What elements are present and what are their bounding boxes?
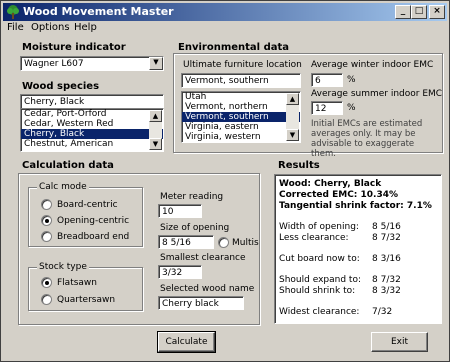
result-label: Should expand to: [279,275,361,285]
menu-file[interactable]: File [7,22,24,33]
location-list[interactable]: Utah Vermont, northern Vermont, southern… [181,91,301,143]
scroll-down-icon[interactable]: ▼ [149,138,162,150]
radio-quartersawn-label[interactable]: Quartersawn [57,295,115,305]
opening-size-value: 8 5/16 [162,238,191,248]
multis-label[interactable]: Multis [232,238,259,248]
menu-help[interactable]: Help [74,22,97,33]
environment-heading: Environmental data [178,42,290,53]
result-shrink-factor: Tangential shrink factor: 7.1% [279,201,432,211]
wood-name-label: Selected wood name [160,284,255,294]
opening-size-input[interactable]: 8 5/16 [158,235,214,249]
location-input[interactable]: Vermont, southern [181,73,301,88]
winter-percent: % [347,75,356,85]
result-corrected-emc: Corrected EMC: 10.34% [279,190,399,200]
location-list-item[interactable]: Utah [182,92,300,102]
species-scrollbar[interactable]: ▲ ▼ [149,110,162,150]
location-scrollbar[interactable]: ▲ ▼ [286,93,299,141]
meter-reading-input[interactable]: 10 [158,204,202,218]
radio-multis[interactable] [218,237,229,248]
result-label: Should shrink to: [279,286,356,296]
result-value: 8 3/32 [372,286,401,296]
location-list-item[interactable]: Vermont, northern [182,102,300,112]
wood-name-input[interactable]: Cherry black [158,296,244,310]
result-label: Cut board now to: [279,254,360,264]
summer-emc-label: Average summer indoor EMC [311,89,443,99]
location-value: Vermont, southern [185,76,269,86]
tree-icon [7,5,19,19]
moisture-dropdown-icon[interactable]: ▼ [149,57,163,70]
scroll-up-icon[interactable]: ▲ [286,93,299,105]
radio-quartersawn[interactable] [41,294,52,305]
summer-emc-input[interactable]: 12 [311,101,343,115]
emc-note: Initial EMCs are estimated averages only… [311,119,423,159]
summer-emc-value: 12 [315,104,327,114]
meter-reading-label: Meter reading [160,192,224,202]
radio-flatsawn[interactable] [41,277,52,288]
summer-percent: % [347,103,356,113]
winter-emc-label: Average winter indoor EMC [311,60,434,70]
location-list-item[interactable]: Virginia, eastern [182,122,300,132]
title-bar[interactable]: Wood Movement Master _ □ × [3,3,447,21]
species-heading: Wood species [22,81,100,92]
radio-opening-centric[interactable] [41,215,52,226]
app-window: Wood Movement Master _ □ × File Options … [0,0,450,362]
result-value: 8 5/16 [372,222,401,232]
radio-opening-centric-label[interactable]: Opening-centric [57,216,129,226]
window-title: Wood Movement Master [23,5,174,18]
moisture-value: Wagner L607 [24,59,84,69]
exit-button[interactable]: Exit [371,332,428,352]
calculate-button[interactable]: Calculate [157,331,216,353]
result-value: 8 3/16 [372,254,401,264]
result-value: 7/32 [372,307,393,317]
result-value: 8 7/32 [372,275,401,285]
result-label: Widest clearance: [279,307,360,317]
clearance-label: Smallest clearance [160,253,246,263]
species-list[interactable]: Cedar, Port-Orford Cedar, Western Red Ch… [20,108,164,152]
maximize-button[interactable]: □ [411,5,427,19]
wood-name-value: Cherry black [162,299,219,309]
result-label: Width of opening: [279,222,359,232]
result-value: 8 7/32 [372,233,401,243]
species-list-item[interactable]: Chestnut, American [21,139,163,149]
calc-heading: Calculation data [22,160,114,171]
species-list-item[interactable]: Cedar, Port-Orford [21,109,163,119]
radio-board-centric-label[interactable]: Board-centric [57,200,118,210]
minimize-button[interactable]: _ [395,5,411,19]
menu-options[interactable]: Options [31,22,70,33]
scroll-down-icon[interactable]: ▼ [286,129,299,141]
winter-emc-input[interactable]: 6 [311,73,343,87]
clearance-value: 3/32 [162,268,183,278]
result-wood: Wood: Cherry, Black [279,179,382,189]
location-label: Ultimate furniture location [183,60,302,70]
moisture-combo[interactable]: Wagner L607 [20,56,164,71]
results-heading: Results [278,160,320,171]
result-label: Less clearance: [279,233,349,243]
calc-mode-title: Calc mode [37,182,89,192]
radio-breadboard-end[interactable] [41,231,52,242]
location-list-item[interactable]: Virginia, western [182,132,300,142]
winter-emc-value: 6 [315,76,321,86]
radio-flatsawn-label[interactable]: Flatsawn [57,278,97,288]
stock-type-title: Stock type [37,262,89,272]
species-list-item[interactable]: Cedar, Western Red [21,119,163,129]
location-list-item-selected[interactable]: Vermont, southern [182,112,300,122]
clearance-input[interactable]: 3/32 [158,265,202,279]
radio-board-centric[interactable] [41,199,52,210]
results-panel: Wood: Cherry, Black Corrected EMC: 10.34… [274,174,442,324]
opening-size-label: Size of opening [160,223,230,233]
species-list-item-selected[interactable]: Cherry, Black [21,129,163,139]
scroll-up-icon[interactable]: ▲ [149,110,162,122]
species-input[interactable]: Cherry, Black [20,94,164,109]
radio-breadboard-end-label[interactable]: Breadboard end [57,232,129,242]
menu-bar: File Options Help [3,21,447,35]
close-button[interactable]: × [429,5,445,19]
meter-reading-value: 10 [162,207,174,217]
moisture-heading: Moisture indicator [22,42,126,53]
species-value: Cherry, Black [24,97,85,107]
